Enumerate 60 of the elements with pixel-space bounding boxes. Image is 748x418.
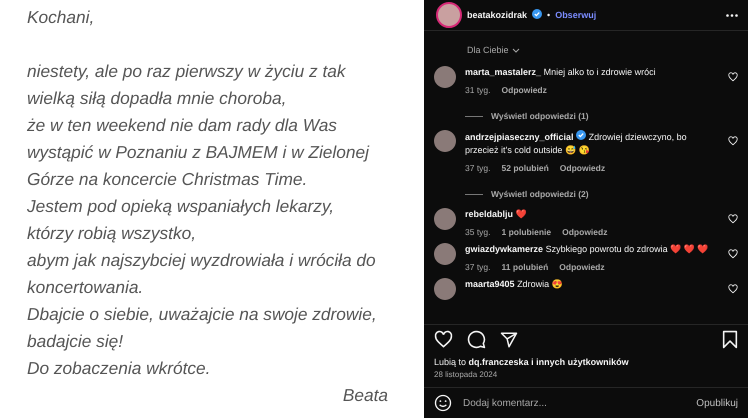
separator-dot: •	[547, 10, 550, 20]
comment-input[interactable]: Dodaj komentarz...	[461, 396, 688, 410]
letter-line: wielką siłą dopadła mnie choroba,	[27, 87, 288, 110]
reply-link[interactable]: Odpowiedz	[562, 227, 608, 237]
view-replies-link[interactable]: Wyświetl odpowiedzi (1)	[465, 111, 738, 121]
letter-line: że w ten weekend nie dam rady dla Was	[27, 114, 338, 137]
share-icon[interactable]	[500, 330, 518, 348]
heart-icon[interactable]	[728, 72, 738, 82]
comment-time: 31 tyg.	[465, 85, 491, 95]
heart-icon[interactable]	[728, 136, 738, 146]
publish-button[interactable]: Opublikuj	[696, 398, 738, 408]
like-count[interactable]: 1 polubienie	[502, 227, 552, 237]
username[interactable]: beatakozidrak	[467, 10, 528, 20]
letter-line: Jestem pod opieką wspaniałych lekarzy,	[27, 195, 336, 218]
letter-line: wystąpić w Poznaniu z BAJMEM i w Zielonej	[27, 141, 370, 164]
comment-text: marta_mastalerz_ Mniej alko to i zdrowie wróci	[465, 66, 657, 79]
letter-line: Górze na koncercie Christmas Time.	[27, 168, 308, 191]
letter-line: Dbajcie o siebie, uważajcie na swoje zdrowie,	[27, 303, 378, 326]
comment-time: 37 tyg.	[465, 262, 491, 272]
letter-line: badajcie się!	[27, 330, 124, 353]
reply-link[interactable]: Odpowiedz	[559, 262, 605, 272]
reply-link[interactable]: Odpowiedz	[502, 85, 547, 95]
heart-icon[interactable]	[728, 249, 738, 259]
like-count[interactable]: 11 polubień	[502, 262, 548, 272]
avatar[interactable]	[434, 66, 456, 88]
verified-badge-icon	[532, 9, 542, 19]
comment-icon[interactable]	[467, 330, 486, 349]
avatar[interactable]	[434, 243, 456, 265]
emoji-icon[interactable]	[434, 394, 452, 412]
comment-text: maarta9405 Zdrowia 😍	[465, 278, 564, 291]
post-date: 28 listopada 2024	[433, 369, 498, 379]
heart-icon[interactable]	[728, 284, 738, 294]
letter-line: którzy robią wszystko,	[27, 222, 198, 245]
comment-text: gwiazdywkamerze Szybkiego powrotu do zdrowia ❤ ❤ ❤	[465, 243, 710, 256]
like-count[interactable]: 52 polubień	[502, 163, 549, 173]
sort-dropdown[interactable]: Dla Ciebie	[467, 45, 748, 55]
letter-line: Do zobaczenia wkrótce.	[27, 357, 212, 380]
reply-link[interactable]: Odpowiedz	[560, 163, 606, 173]
letter-line: abym jak najszybciej wyzdrowiała i wróciła do	[27, 249, 377, 272]
avatar[interactable]	[434, 130, 456, 152]
chevron-down-icon	[512, 48, 520, 52]
view-replies-link[interactable]: Wyświetl odpowiedzi (2)	[465, 189, 738, 199]
greeting-text: Kochani,	[27, 6, 96, 29]
signature-text: Beata	[342, 384, 388, 407]
comment-text: rebeldablju ❤	[465, 208, 528, 221]
letter-line: niestety, ale po raz pierwszy w życiu z tak	[27, 60, 347, 83]
avatar[interactable]	[434, 208, 456, 230]
likes-summary: Lubią to dq.franczeska i innych użytkowników	[433, 356, 630, 367]
comment-text: andrzejpiaseczny_official Zdrowiej dziewczyno, bo przecież it’s cold outside 😅 😘	[465, 130, 688, 157]
bookmark-icon[interactable]	[722, 330, 738, 349]
comment-time: 37 tyg.	[465, 163, 491, 173]
letter-line: koncertowania.	[27, 276, 144, 299]
comment-time: 35 tyg.	[465, 227, 491, 237]
avatar[interactable]	[436, 2, 462, 28]
heart-icon[interactable]	[434, 330, 453, 349]
more-icon[interactable]	[726, 14, 738, 16]
follow-button[interactable]: Obserwuj	[555, 10, 596, 20]
verified-badge-icon	[576, 130, 586, 140]
avatar[interactable]	[434, 278, 456, 300]
heart-icon[interactable]	[728, 214, 738, 224]
